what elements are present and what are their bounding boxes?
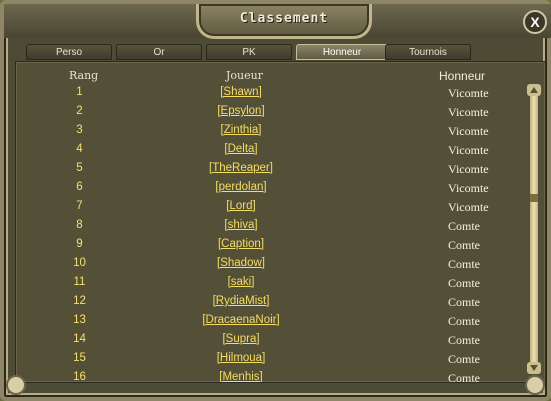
- honor-title-cell: Comte: [448, 238, 480, 252]
- player-link[interactable]: [saki]: [166, 276, 316, 288]
- chevron-up-icon: [530, 87, 538, 93]
- player-link[interactable]: [Caption]: [166, 238, 316, 250]
- ornament-star-icon: [6, 375, 26, 395]
- rank-cell: 2: [76, 105, 83, 117]
- rank-cell: 14: [73, 333, 86, 345]
- player-link[interactable]: [Delta]: [166, 143, 316, 155]
- table-row: 16 [Menhis] Comte: [16, 369, 526, 383]
- player-link[interactable]: [RydiaMist]: [166, 295, 316, 307]
- close-icon: X: [530, 14, 540, 30]
- rank-cell: 1: [76, 86, 83, 98]
- table-row: 2 [Epsylon] Vicomte: [16, 103, 526, 122]
- column-header-honor: Honneur: [439, 69, 486, 83]
- scroll-down-button[interactable]: [527, 362, 541, 374]
- tab-honneur[interactable]: Honneur: [296, 44, 388, 60]
- player-link[interactable]: [Epsylon]: [166, 105, 316, 117]
- honor-title-cell: Comte: [448, 314, 480, 328]
- rank-cell: 5: [76, 162, 83, 174]
- table-row: 4 [Delta] Vicomte: [16, 141, 526, 160]
- window-title: Classement: [239, 11, 329, 26]
- table-row: 1 [Shawn] Vicomte: [16, 84, 526, 103]
- column-header-rank: Rang: [69, 69, 99, 82]
- honor-title-cell: Comte: [448, 257, 480, 271]
- player-link[interactable]: [Hilmoua]: [166, 352, 316, 364]
- honor-title-cell: Vicomte: [448, 181, 489, 195]
- honor-title-cell: Vicomte: [448, 143, 489, 157]
- ornament-star-icon: [525, 375, 545, 395]
- title-plate: Classement: [196, 4, 372, 39]
- ranking-panel: Rang Joueur Honneur 1 [Shawn] Vicomte 2 [Eps…: [15, 61, 546, 383]
- honor-title-cell: Vicomte: [448, 105, 489, 119]
- table-row: 7 [Lord] Vicomte: [16, 198, 526, 217]
- tab-perso[interactable]: Perso: [26, 44, 112, 60]
- rank-cell: 16: [73, 371, 86, 383]
- table-row: 5 [TheReaper] Vicomte: [16, 160, 526, 179]
- title-bar: Classement X: [4, 4, 551, 39]
- player-link[interactable]: [Menhis]: [166, 371, 316, 382]
- rank-cell: 13: [73, 314, 86, 326]
- scroll-track[interactable]: [530, 96, 538, 362]
- table-row: 3 [Zinthia] Vicomte: [16, 122, 526, 141]
- scroll-up-button[interactable]: [527, 84, 541, 96]
- honor-title-cell: Comte: [448, 276, 480, 290]
- honor-title-cell: Comte: [448, 352, 480, 366]
- rank-cell: 9: [76, 238, 83, 250]
- ranking-list: 1 [Shawn] Vicomte 2 [Epsylon] Vicomte 3 [Zinthi…: [16, 84, 526, 383]
- ranking-window: Classement X Perso Or PK Honneur Tournoi…: [0, 0, 551, 401]
- player-link[interactable]: [Shawn]: [166, 86, 316, 98]
- table-row: 13 [DracaenaNoir] Comte: [16, 312, 526, 331]
- rank-cell: 11: [73, 276, 86, 288]
- player-link[interactable]: [TheReaper]: [166, 162, 316, 174]
- tab-tournois[interactable]: Tournois: [385, 44, 471, 60]
- honor-title-cell: Vicomte: [448, 162, 489, 176]
- honor-title-cell: Comte: [448, 371, 480, 383]
- table-row: 11 [saki] Comte: [16, 274, 526, 293]
- column-header-player: Joueur: [226, 69, 263, 82]
- table-row: 12 [RydiaMist] Comte: [16, 293, 526, 312]
- close-button[interactable]: X: [523, 10, 547, 34]
- player-link[interactable]: [Supra]: [166, 333, 316, 345]
- table-row: 14 [Supra] Comte: [16, 331, 526, 350]
- rank-cell: 4: [76, 143, 83, 155]
- rank-cell: 10: [73, 257, 86, 269]
- honor-title-cell: Vicomte: [448, 124, 489, 138]
- rank-cell: 12: [73, 295, 86, 307]
- table-row: 9 [Caption] Comte: [16, 236, 526, 255]
- player-link[interactable]: [perdolan]: [166, 181, 316, 193]
- rank-cell: 7: [76, 200, 83, 212]
- player-link[interactable]: [Zinthia]: [166, 124, 316, 136]
- player-link[interactable]: [Shadow]: [166, 257, 316, 269]
- rank-cell: 6: [76, 181, 83, 193]
- rank-cell: 3: [76, 124, 83, 136]
- rank-cell: 15: [73, 352, 86, 364]
- honor-title-cell: Comte: [448, 219, 480, 233]
- table-row: 8 [shiva] Comte: [16, 217, 526, 236]
- table-row: 10 [Shadow] Comte: [16, 255, 526, 274]
- chevron-down-icon: [530, 365, 538, 371]
- table-row: 15 [Hilmoua] Comte: [16, 350, 526, 369]
- honor-title-cell: Vicomte: [448, 86, 489, 100]
- table-row: 6 [perdolan] Vicomte: [16, 179, 526, 198]
- player-link[interactable]: [shiva]: [166, 219, 316, 231]
- honor-title-cell: Vicomte: [448, 200, 489, 214]
- rank-cell: 8: [76, 219, 83, 231]
- player-link[interactable]: [Lord]: [166, 200, 316, 212]
- scroll-thumb[interactable]: [530, 194, 538, 202]
- honor-title-cell: Comte: [448, 295, 480, 309]
- tab-or[interactable]: Or: [116, 44, 202, 60]
- tab-pk[interactable]: PK: [206, 44, 292, 60]
- scrollbar[interactable]: [527, 84, 541, 374]
- player-link[interactable]: [DracaenaNoir]: [166, 314, 316, 326]
- honor-title-cell: Comte: [448, 333, 480, 347]
